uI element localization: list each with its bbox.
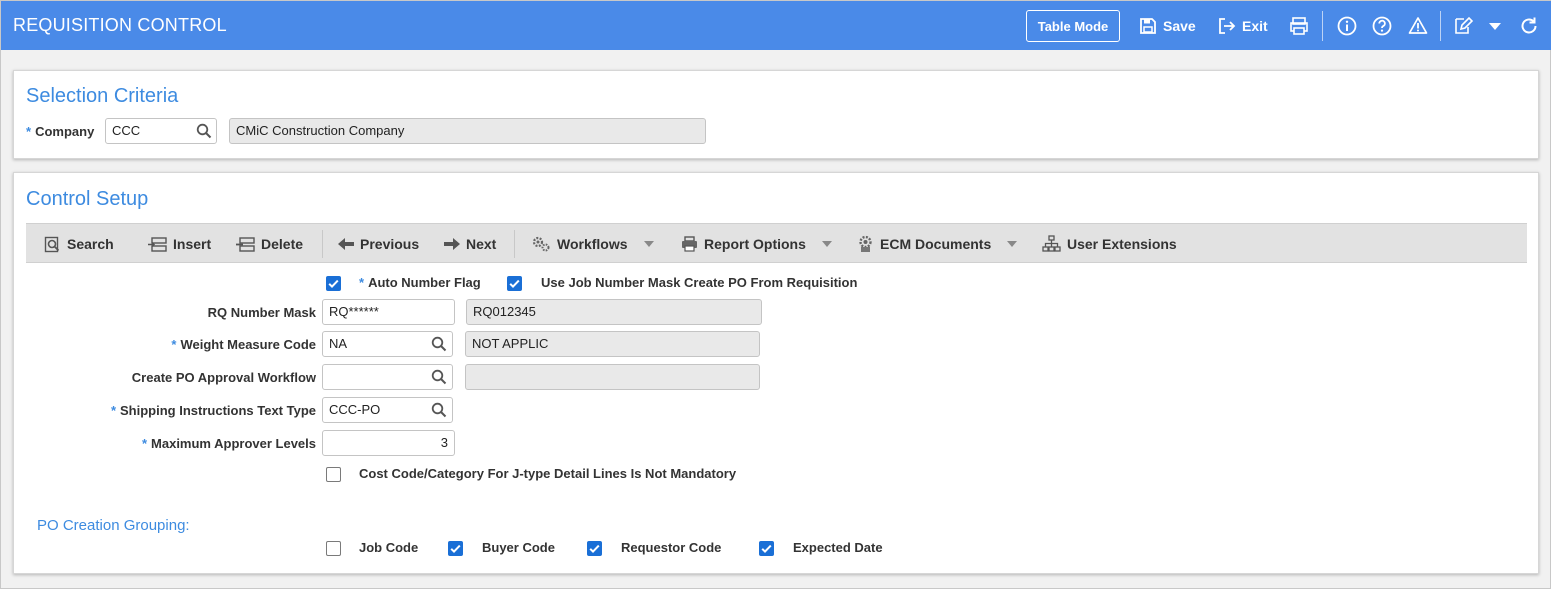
rq-number-mask-label: RQ Number Mask bbox=[207, 305, 316, 320]
delete-button[interactable]: Delete bbox=[236, 234, 303, 254]
delete-row-icon bbox=[236, 236, 255, 252]
search-icon[interactable] bbox=[431, 336, 447, 352]
insert-row-icon bbox=[148, 236, 167, 252]
warning-icon[interactable] bbox=[1407, 15, 1429, 37]
search-label: Search bbox=[67, 236, 114, 252]
weight-measure-desc: NOT APPLIC bbox=[465, 331, 760, 357]
cost-code-not-mandatory-label: Cost Code/Category For J-type Detail Lin… bbox=[359, 466, 737, 481]
auto-number-flag-label: * Auto Number Flag bbox=[359, 275, 481, 290]
insert-button[interactable]: Insert bbox=[148, 234, 211, 254]
checkmark-icon bbox=[509, 279, 520, 289]
checkmark-icon bbox=[450, 544, 461, 554]
rq-number-mask-input[interactable]: RQ****** bbox=[322, 299, 455, 325]
rq-number-mask-example: RQ012345 bbox=[466, 299, 762, 325]
exit-door-icon bbox=[1219, 18, 1236, 34]
table-mode-button[interactable]: Table Mode bbox=[1026, 10, 1120, 42]
header-divider bbox=[1440, 11, 1441, 41]
auto-number-flag-checkbox[interactable] bbox=[326, 276, 341, 291]
expected-date-label: Expected Date bbox=[793, 540, 883, 555]
next-label: Next bbox=[466, 236, 497, 252]
company-name-field: CMiC Construction Company bbox=[229, 118, 706, 144]
toolbar-divider bbox=[322, 230, 323, 258]
control-setup-title: Control Setup bbox=[26, 188, 149, 210]
user-extensions-button[interactable]: User Extensions bbox=[1042, 234, 1177, 254]
search-icon[interactable] bbox=[196, 123, 212, 139]
create-po-approval-workflow-label: Create PO Approval Workflow bbox=[131, 370, 316, 385]
create-po-approval-workflow-desc bbox=[465, 364, 760, 390]
checkmark-icon bbox=[328, 279, 339, 289]
arrow-right-icon bbox=[444, 238, 460, 250]
use-job-mask-checkbox[interactable] bbox=[507, 276, 522, 291]
chevron-down-icon bbox=[1007, 241, 1018, 247]
previous-button[interactable]: Previous bbox=[338, 234, 419, 254]
help-icon[interactable] bbox=[1371, 15, 1393, 37]
cost-code-not-mandatory-checkbox[interactable] bbox=[326, 467, 341, 482]
previous-label: Previous bbox=[360, 236, 420, 252]
arrow-left-icon bbox=[338, 238, 354, 250]
page-title: REQUISITION CONTROL bbox=[13, 15, 227, 35]
search-icon[interactable] bbox=[431, 369, 447, 385]
user-extensions-label: User Extensions bbox=[1067, 236, 1177, 252]
save-label: Save bbox=[1163, 18, 1196, 34]
control-setup-panel: Control Setup Search Insert Delete Previ… bbox=[13, 172, 1539, 574]
next-button[interactable]: Next bbox=[444, 234, 496, 254]
ecm-documents-label: ECM Documents bbox=[880, 236, 992, 252]
exit-label: Exit bbox=[1242, 18, 1268, 34]
expected-date-checkbox[interactable] bbox=[759, 541, 774, 556]
edit-icon[interactable] bbox=[1452, 15, 1474, 37]
requestor-code-label: Requestor Code bbox=[621, 540, 722, 555]
exit-button[interactable]: Exit bbox=[1218, 15, 1268, 37]
print-icon[interactable] bbox=[1288, 15, 1310, 37]
buyer-code-label: Buyer Code bbox=[482, 540, 555, 555]
weight-measure-code-label: * Weight Measure Code bbox=[171, 337, 316, 352]
report-options-label: Report Options bbox=[704, 236, 806, 252]
chevron-down-icon[interactable] bbox=[1484, 15, 1506, 37]
save-button[interactable]: Save bbox=[1139, 15, 1196, 37]
refresh-icon[interactable] bbox=[1518, 15, 1540, 37]
buyer-code-checkbox[interactable] bbox=[448, 541, 463, 556]
job-code-checkbox[interactable] bbox=[326, 541, 341, 556]
use-job-mask-label: Use Job Number Mask Create PO From Requi… bbox=[541, 275, 858, 290]
toolbar-divider bbox=[514, 230, 515, 258]
maximum-approver-levels-label: * Maximum Approver Levels bbox=[141, 436, 316, 451]
delete-label: Delete bbox=[261, 236, 304, 252]
search-button[interactable]: Search bbox=[44, 234, 114, 254]
gears-icon bbox=[532, 236, 550, 252]
selection-criteria-title: Selection Criteria bbox=[26, 85, 179, 107]
po-creation-grouping-title: PO Creation Grouping: bbox=[37, 517, 190, 534]
company-label: * Company bbox=[26, 124, 95, 139]
shipping-instructions-text-type-label: * Shipping Instructions Text Type bbox=[110, 403, 316, 418]
record-toolbar: Search Insert Delete Previous Next Workf… bbox=[26, 223, 1527, 263]
chevron-down-icon bbox=[643, 241, 654, 247]
maximum-approver-levels-input[interactable]: 3 bbox=[322, 430, 455, 456]
chevron-down-icon bbox=[821, 241, 832, 247]
floppy-disk-icon bbox=[1140, 18, 1156, 34]
checkmark-icon bbox=[761, 544, 772, 554]
ecm-documents-menu[interactable]: ECM Documents bbox=[857, 234, 1018, 254]
printer-icon bbox=[682, 236, 697, 252]
insert-label: Insert bbox=[173, 236, 212, 252]
search-record-icon bbox=[44, 236, 60, 252]
search-icon[interactable] bbox=[431, 402, 447, 418]
app-header: REQUISITION CONTROL Table Mode Save Exit bbox=[1, 1, 1551, 50]
hierarchy-icon bbox=[1042, 235, 1061, 252]
document-gear-icon bbox=[859, 235, 872, 252]
report-options-menu[interactable]: Report Options bbox=[681, 234, 832, 254]
workflows-label: Workflows bbox=[557, 236, 628, 252]
checkmark-icon bbox=[589, 544, 600, 554]
info-icon[interactable] bbox=[1336, 15, 1358, 37]
header-divider bbox=[1322, 11, 1323, 41]
requestor-code-checkbox[interactable] bbox=[587, 541, 602, 556]
job-code-label: Job Code bbox=[359, 540, 419, 555]
workflows-menu[interactable]: Workflows bbox=[531, 234, 654, 254]
selection-criteria-panel: Selection Criteria * Company CCC CMiC Con… bbox=[13, 70, 1539, 159]
